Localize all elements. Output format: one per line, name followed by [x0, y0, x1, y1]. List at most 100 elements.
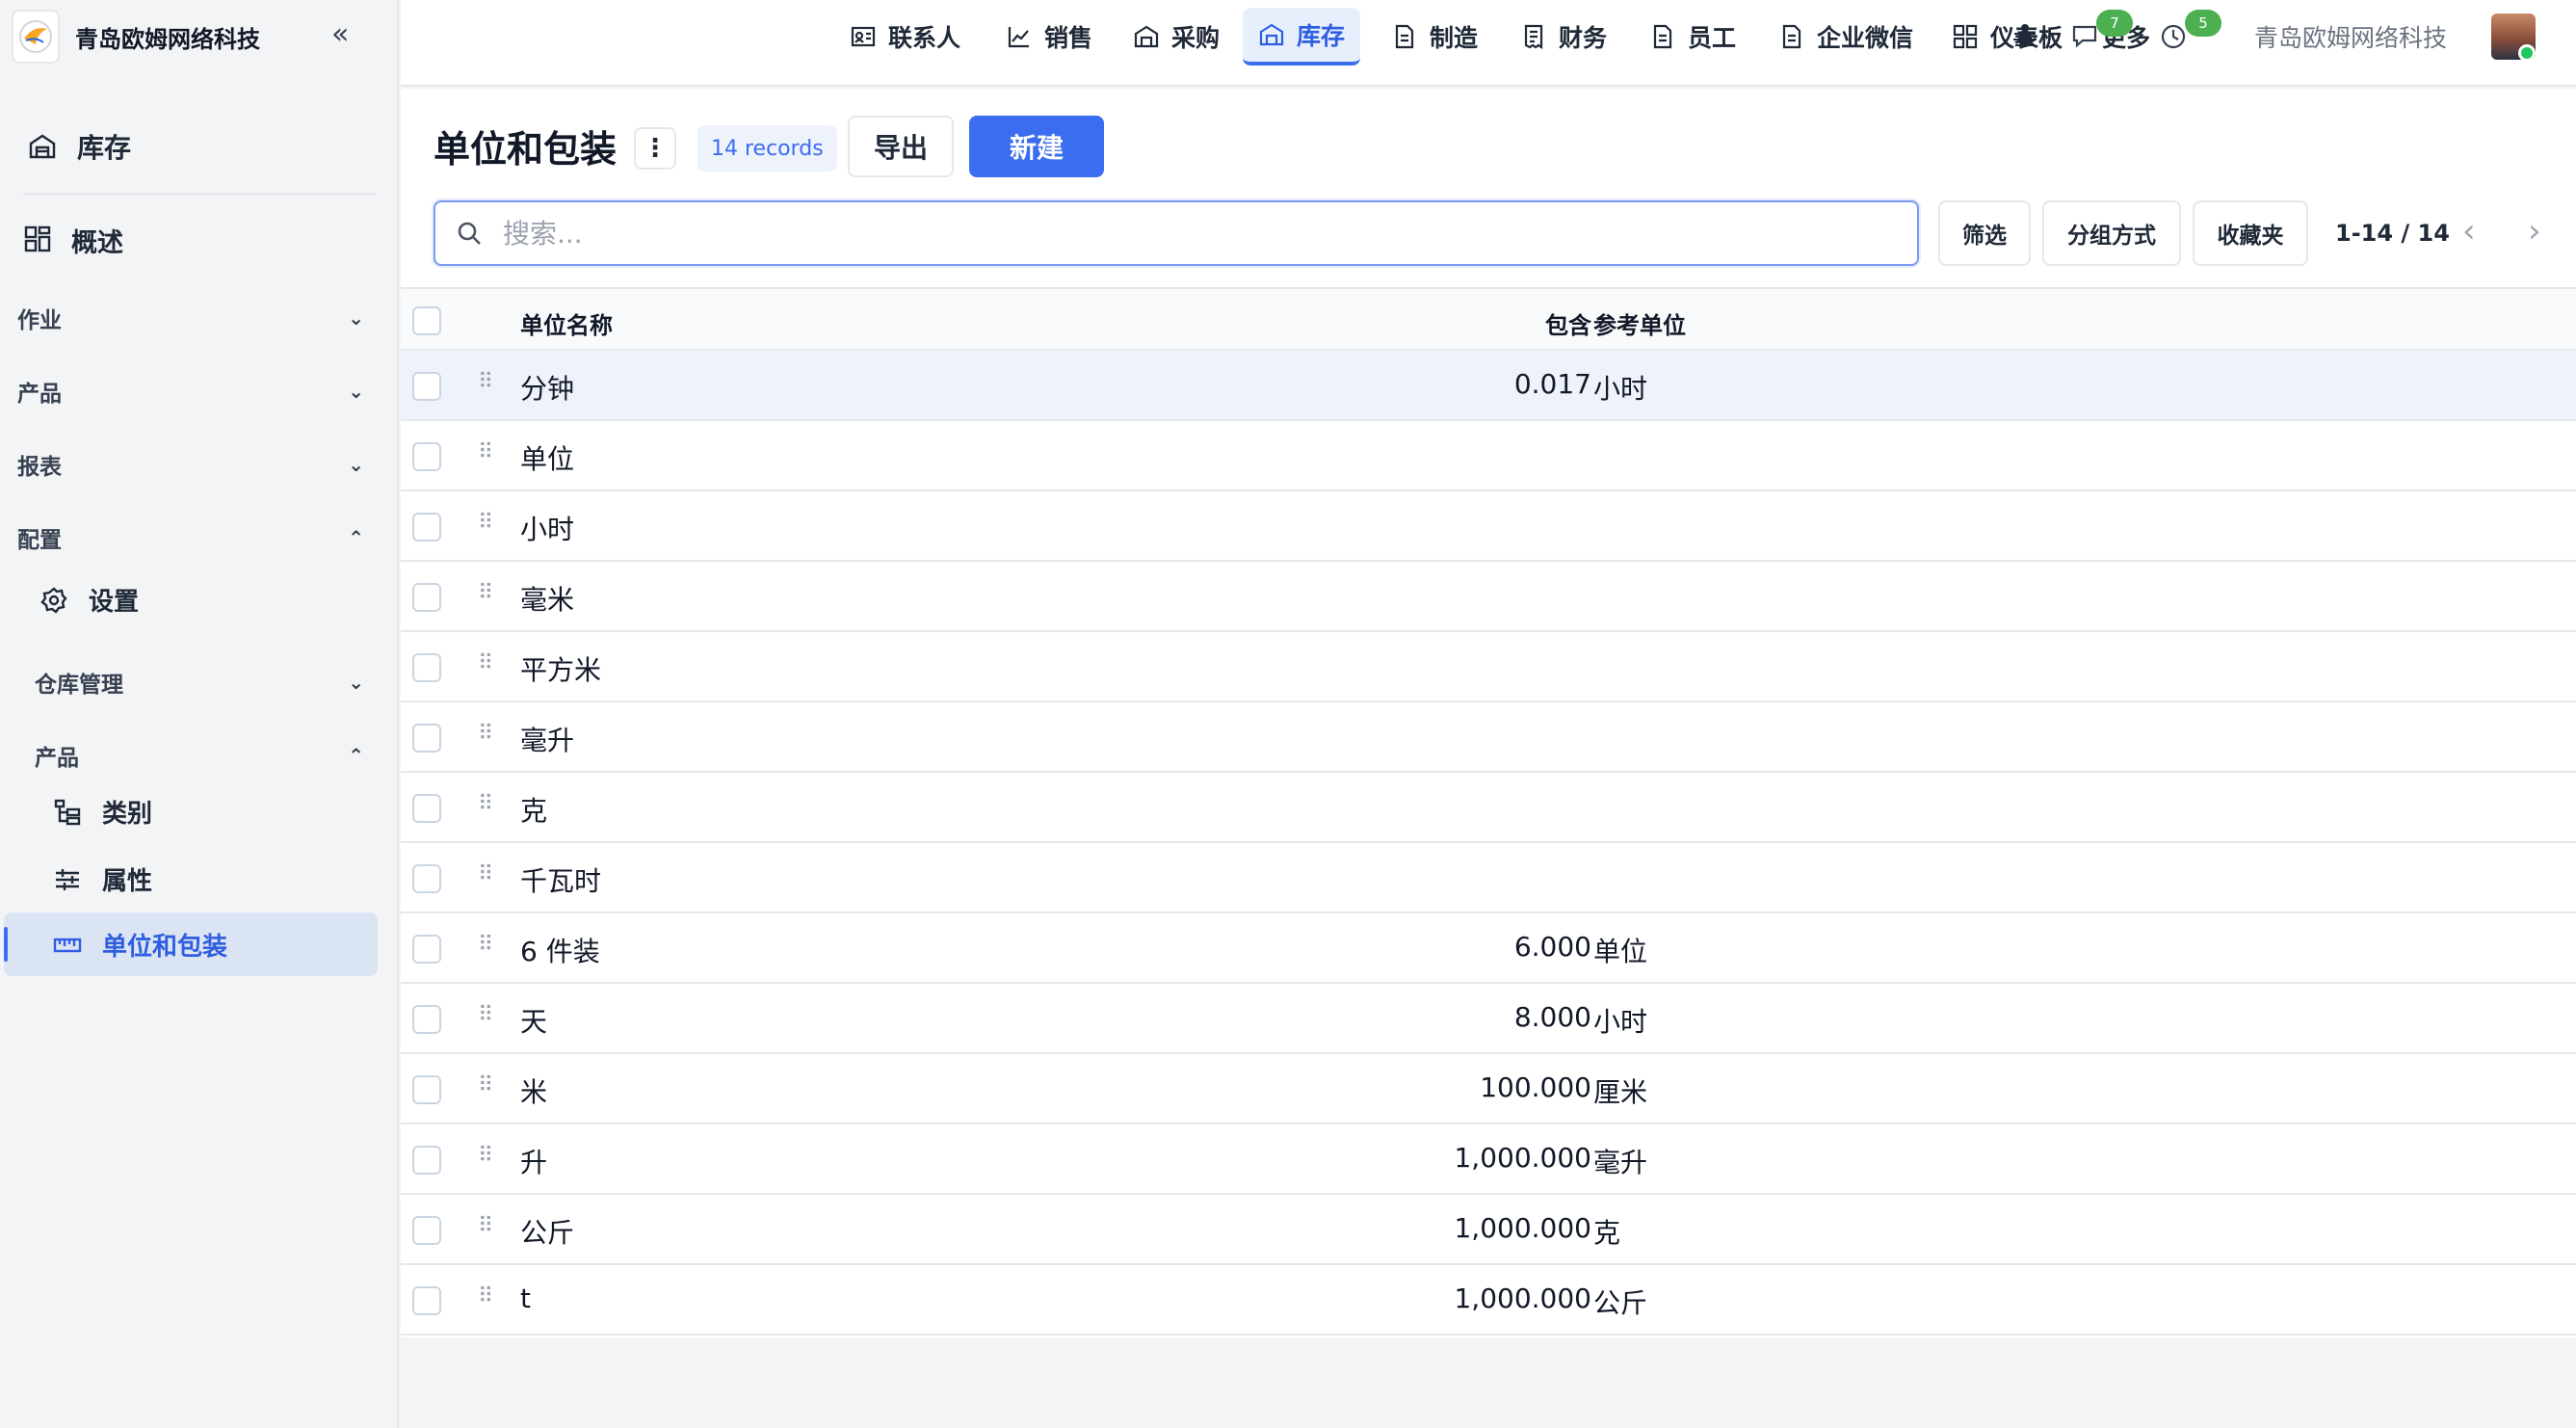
cell-unit-name: 毫米: [520, 584, 575, 616]
search-box[interactable]: [434, 200, 1919, 266]
sidebar-item-attributes[interactable]: 属性: [50, 861, 152, 897]
select-all-checkbox[interactable]: [412, 306, 441, 335]
sidebar-overview-label: 概述: [71, 228, 123, 258]
nav-finance[interactable]: 财务: [1505, 8, 1622, 66]
drag-handle-icon[interactable]: ⠿: [478, 581, 493, 605]
row-checkbox[interactable]: [412, 1286, 441, 1315]
cell-unit-name: 平方米: [520, 654, 602, 686]
drag-handle-icon[interactable]: ⠿: [478, 370, 493, 394]
sidebar-attributes-label: 属性: [102, 867, 153, 896]
filter-button[interactable]: 筛选: [1938, 200, 2031, 266]
sidebar-item-settings[interactable]: 设置: [37, 582, 139, 618]
drag-handle-icon[interactable]: ⠿: [478, 1214, 493, 1238]
new-button[interactable]: 新建: [969, 116, 1104, 177]
nav-label: 销售: [1044, 24, 1093, 52]
header-reference-unit[interactable]: 参考单位: [1593, 306, 1686, 340]
sidebar-app-inventory[interactable]: 库存: [25, 127, 131, 166]
brand-name: 青岛欧姆网络科技: [75, 25, 260, 53]
row-checkbox[interactable]: [412, 1216, 441, 1245]
ruler-icon: [50, 928, 85, 963]
table-row[interactable]: ⠿ 千瓦时: [401, 843, 2576, 913]
gear-icon: [37, 583, 71, 618]
table-row[interactable]: ⠿ 分钟 0.017 小时: [401, 351, 2576, 421]
nav-wecom[interactable]: 企业微信: [1763, 8, 1929, 66]
row-checkbox[interactable]: [412, 513, 441, 542]
cell-ratio: 8.000: [1513, 1001, 1591, 1033]
brand-logo[interactable]: [12, 10, 60, 64]
drag-handle-icon[interactable]: ⠿: [478, 792, 493, 816]
chevron-down-icon: ⌄: [348, 453, 364, 476]
table-row[interactable]: ⠿ 公斤 1,000.000 克: [401, 1195, 2576, 1265]
grid-icon: [1952, 23, 1979, 50]
sidebar-section-reports[interactable]: 报表 ⌄: [17, 443, 364, 486]
nav-sales[interactable]: 销售: [990, 8, 1108, 66]
nav-manufacturing[interactable]: 制造: [1376, 8, 1493, 66]
chart-line-icon: [1006, 23, 1033, 50]
nav-employees[interactable]: 员工: [1634, 8, 1751, 66]
sidebar-app-label: 库存: [77, 132, 132, 164]
pager-next-icon[interactable]: ›: [2528, 212, 2541, 251]
table-row[interactable]: ⠿ 小时: [401, 491, 2576, 562]
row-checkbox[interactable]: [412, 864, 441, 893]
drag-handle-icon[interactable]: ⠿: [478, 933, 493, 957]
table-row[interactable]: ⠿ 毫米: [401, 562, 2576, 632]
collapse-sidebar-icon[interactable]: «: [331, 17, 349, 51]
row-checkbox[interactable]: [412, 372, 441, 401]
nav-purchase[interactable]: 采购: [1117, 8, 1235, 66]
search-input[interactable]: [503, 217, 1890, 250]
drag-handle-icon[interactable]: ⠿: [478, 722, 493, 746]
row-checkbox[interactable]: [412, 1075, 441, 1104]
row-checkbox[interactable]: [412, 724, 441, 753]
sidebar-section-operations[interactable]: 作业 ⌄: [17, 297, 364, 339]
company-switcher[interactable]: 青岛欧姆网络科技: [2254, 19, 2447, 54]
row-checkbox[interactable]: [412, 583, 441, 612]
row-checkbox[interactable]: [412, 653, 441, 682]
pager-range[interactable]: 1-14 / 14: [2335, 220, 2450, 247]
nav-inventory[interactable]: 库存: [1243, 8, 1361, 66]
group-by-button[interactable]: 分组方式: [2042, 200, 2181, 266]
sidebar-section-warehouse[interactable]: 仓库管理 ⌄: [35, 661, 364, 703]
favorites-button[interactable]: 收藏夹: [2193, 200, 2308, 266]
drag-handle-icon[interactable]: ⠿: [478, 862, 493, 886]
table-row[interactable]: ⠿ 单位: [401, 421, 2576, 491]
table-row[interactable]: ⠿ t 1,000.000 公斤: [401, 1265, 2576, 1335]
drag-handle-icon[interactable]: ⠿: [478, 651, 493, 675]
sidebar-section-products[interactable]: 产品 ⌄: [17, 370, 364, 412]
export-button[interactable]: 导出: [848, 116, 954, 177]
sidebar-section-configuration[interactable]: 配置 ⌃: [17, 516, 364, 559]
drag-handle-icon[interactable]: ⠿: [478, 1073, 493, 1097]
debug-bug-icon[interactable]: [2006, 17, 2044, 56]
drag-handle-icon[interactable]: ⠿: [478, 1284, 493, 1309]
table-row[interactable]: ⠿ 6 件装 6.000 单位: [401, 913, 2576, 984]
nav-label: 企业微信: [1817, 24, 1914, 52]
sidebar-item-units-packaging[interactable]: 单位和包装: [50, 927, 227, 963]
table-row[interactable]: ⠿ 平方米: [401, 632, 2576, 702]
drag-handle-icon[interactable]: ⠿: [478, 1003, 493, 1027]
pager-prev-icon[interactable]: ‹: [2462, 212, 2476, 251]
header-ratio[interactable]: 包含: [1545, 306, 1591, 340]
sidebar-item-overview[interactable]: 概述: [23, 222, 123, 259]
sidebar-section-product-config[interactable]: 产品 ⌃: [35, 734, 364, 777]
drag-handle-icon[interactable]: ⠿: [478, 1144, 493, 1168]
row-checkbox[interactable]: [412, 442, 441, 471]
table-row[interactable]: ⠿ 克: [401, 773, 2576, 843]
drag-handle-icon[interactable]: ⠿: [478, 511, 493, 535]
table-row[interactable]: ⠿ 升 1,000.000 毫升: [401, 1124, 2576, 1195]
row-checkbox[interactable]: [412, 1146, 441, 1175]
table-row[interactable]: ⠿ 天 8.000 小时: [401, 984, 2576, 1054]
brand: 青岛欧姆网络科技: [12, 10, 260, 64]
table-row[interactable]: ⠿ 毫升: [401, 702, 2576, 773]
records-count-badge: 14 records: [697, 125, 837, 172]
nav-contacts[interactable]: 联系人: [834, 8, 976, 66]
row-checkbox[interactable]: [412, 1005, 441, 1034]
header-unit-name[interactable]: 单位名称: [520, 306, 613, 340]
actions-menu-icon[interactable]: ⋮: [634, 127, 676, 170]
warehouse-icon: [1133, 23, 1160, 50]
row-checkbox[interactable]: [412, 794, 441, 823]
cell-reference-unit: 小时: [1593, 1006, 1648, 1038]
row-checkbox[interactable]: [412, 935, 441, 964]
cell-unit-name: 小时: [520, 514, 575, 545]
table-row[interactable]: ⠿ 米 100.000 厘米: [401, 1054, 2576, 1124]
drag-handle-icon[interactable]: ⠿: [478, 440, 493, 464]
sidebar-item-categories[interactable]: 类别: [50, 794, 152, 830]
